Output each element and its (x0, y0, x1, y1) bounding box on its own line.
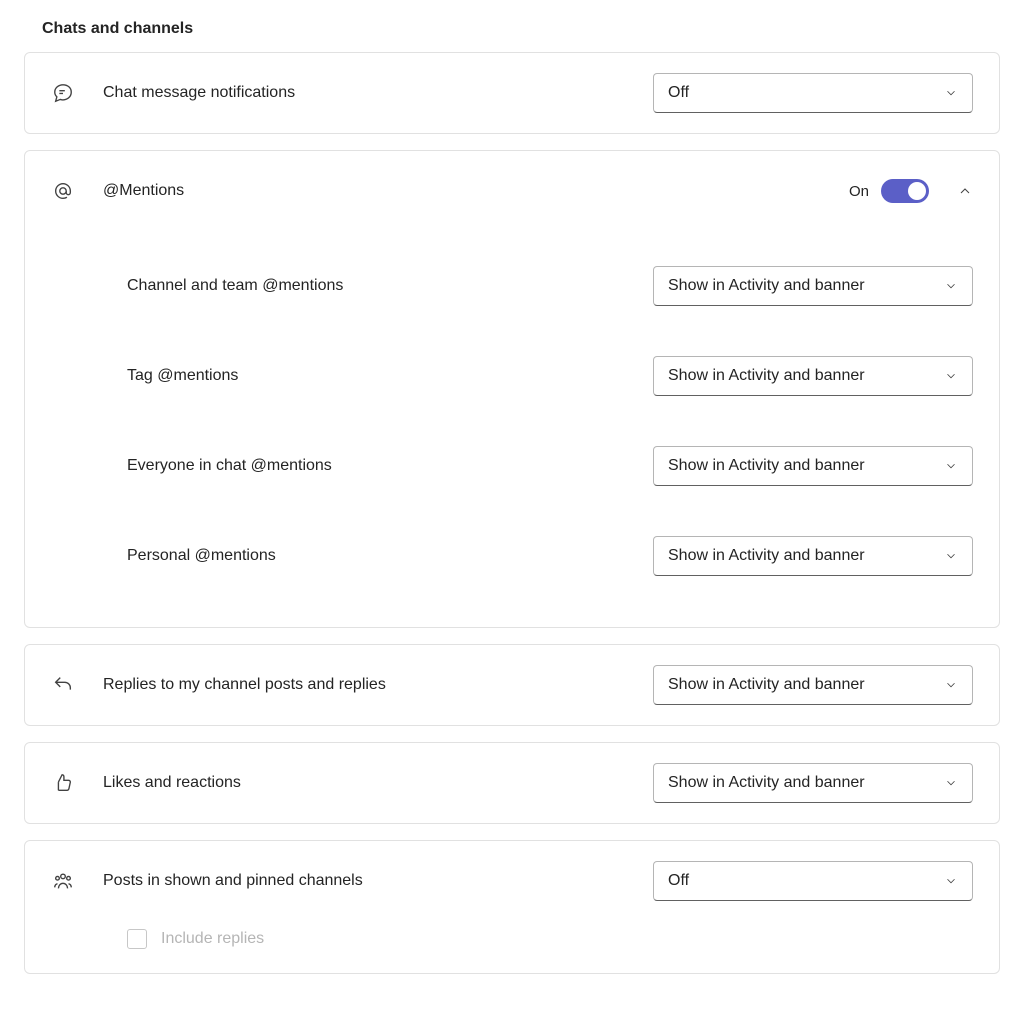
mention-dropdown-everyone[interactable]: Show in Activity and banner (653, 446, 973, 486)
chevron-down-icon (944, 776, 958, 790)
chevron-down-icon (944, 86, 958, 100)
dropdown-value: Off (668, 84, 689, 102)
mention-label: Everyone in chat @mentions (127, 457, 332, 475)
dropdown-value: Off (668, 872, 689, 890)
chevron-down-icon (944, 369, 958, 383)
posts-label: Posts in shown and pinned channels (103, 872, 363, 890)
mention-label: Channel and team @mentions (127, 277, 343, 295)
section-title: Chats and channels (24, 20, 1000, 38)
mentions-subrows: Channel and team @mentions Show in Activ… (25, 231, 999, 627)
replies-dropdown[interactable]: Show in Activity and banner (653, 665, 973, 705)
dropdown-value: Show in Activity and banner (668, 676, 865, 694)
mention-dropdown-personal[interactable]: Show in Activity and banner (653, 536, 973, 576)
mentions-toggle-container: On (849, 179, 929, 203)
reactions-row: Likes and reactions Show in Activity and… (25, 743, 999, 823)
mention-dropdown-channel-team[interactable]: Show in Activity and banner (653, 266, 973, 306)
chevron-down-icon (944, 459, 958, 473)
dropdown-value: Show in Activity and banner (668, 547, 865, 565)
chat-notifications-label: Chat message notifications (103, 84, 295, 102)
mentions-card: @Mentions On Channel and team @mentions … (24, 150, 1000, 628)
chevron-down-icon (944, 678, 958, 692)
posts-dropdown[interactable]: Off (653, 861, 973, 901)
mention-row-tag: Tag @mentions Show in Activity and banne… (25, 331, 999, 421)
include-replies-row: Include replies (25, 921, 999, 973)
include-replies-label: Include replies (161, 930, 264, 948)
chevron-down-icon (944, 874, 958, 888)
replies-label: Replies to my channel posts and replies (103, 676, 386, 694)
mention-dropdown-tag[interactable]: Show in Activity and banner (653, 356, 973, 396)
mention-row-everyone: Everyone in chat @mentions Show in Activ… (25, 421, 999, 511)
dropdown-value: Show in Activity and banner (668, 367, 865, 385)
reply-icon (51, 673, 75, 697)
posts-card: Posts in shown and pinned channels Off I… (24, 840, 1000, 974)
mention-row-channel-team: Channel and team @mentions Show in Activ… (25, 241, 999, 331)
chevron-down-icon (944, 549, 958, 563)
chevron-down-icon (944, 279, 958, 293)
mentions-collapse-button[interactable] (957, 183, 973, 199)
posts-row: Posts in shown and pinned channels Off (25, 841, 999, 921)
mentions-label: @Mentions (103, 182, 184, 200)
chat-notifications-dropdown[interactable]: Off (653, 73, 973, 113)
mention-label: Personal @mentions (127, 547, 276, 565)
at-icon (51, 179, 75, 203)
people-icon (51, 869, 75, 893)
dropdown-value: Show in Activity and banner (668, 277, 865, 295)
thumbs-up-icon (51, 771, 75, 795)
chat-notifications-row: Chat message notifications Off (25, 53, 999, 133)
mentions-toggle[interactable] (881, 179, 929, 203)
reactions-dropdown[interactable]: Show in Activity and banner (653, 763, 973, 803)
mentions-header-row: @Mentions On (25, 151, 999, 231)
chat-notifications-card: Chat message notifications Off (24, 52, 1000, 134)
reactions-label: Likes and reactions (103, 774, 241, 792)
include-replies-checkbox[interactable] (127, 929, 147, 949)
mention-row-personal: Personal @mentions Show in Activity and … (25, 511, 999, 601)
dropdown-value: Show in Activity and banner (668, 457, 865, 475)
toggle-knob (908, 182, 926, 200)
mention-label: Tag @mentions (127, 367, 238, 385)
mentions-toggle-label: On (849, 183, 869, 200)
chat-icon (51, 81, 75, 105)
replies-card: Replies to my channel posts and replies … (24, 644, 1000, 726)
dropdown-value: Show in Activity and banner (668, 774, 865, 792)
reactions-card: Likes and reactions Show in Activity and… (24, 742, 1000, 824)
replies-row: Replies to my channel posts and replies … (25, 645, 999, 725)
